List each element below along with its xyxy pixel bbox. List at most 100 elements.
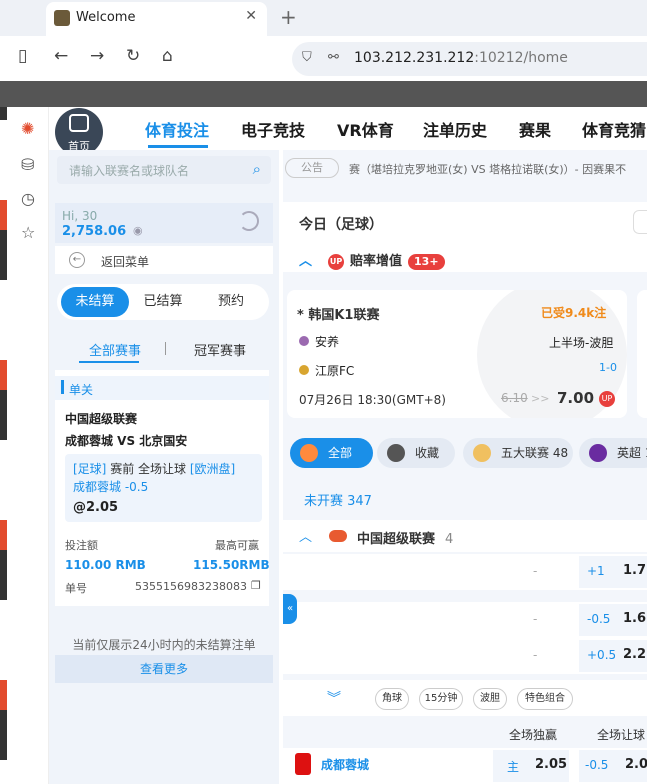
site-info-icon[interactable]: ⚯: [328, 50, 339, 65]
odds-value: 2.05: [535, 757, 568, 772]
home-button[interactable]: 首页: [55, 108, 103, 156]
boost-card[interactable]: * 韩国K1联赛 已受9.4k注 安养 江原FC 上半场-波胆 1-0 07月2…: [287, 290, 627, 418]
odds-value: 1.7: [623, 563, 647, 578]
nav-results[interactable]: 赛果: [519, 117, 551, 141]
main-nav: 体育投注 电子竞技 VR体育 注单历史 赛果 体育竞猜: [103, 107, 647, 150]
browser-toolbar: ▯ ← → ↻ ⌂ ⛉ ⚯ 103.212.231.212:10212/home: [0, 36, 647, 81]
grid-icon: [300, 444, 318, 462]
odds-cell[interactable]: -0.5 2.0: [579, 750, 647, 782]
star-icon[interactable]: ☆: [21, 223, 35, 242]
odds-row: - -0.5 1.6: [283, 602, 647, 638]
card-score: 1-0: [599, 361, 617, 374]
nav-sports[interactable]: 体育投注: [145, 117, 209, 141]
team-row: 成都蓉城 主 2.05 -0.5 2.0: [283, 748, 647, 784]
chip-favorites[interactable]: 收藏: [377, 438, 455, 468]
csl-logo-icon: [329, 530, 347, 542]
odds-row: - +1 1.7: [283, 554, 647, 590]
market-tags: ︾ 角球 15分钟 波胆 特色组合: [283, 680, 647, 716]
odds-cell[interactable]: 主 2.05: [493, 750, 569, 782]
header-1x2: 全场独赢: [509, 728, 558, 742]
slip-icon[interactable]: ⛁: [21, 155, 34, 174]
odds-handicap: +1: [587, 564, 605, 578]
shield-icon[interactable]: ⛉: [302, 50, 312, 65]
search-input[interactable]: 请输入联赛名或球队名 ⌕: [57, 156, 271, 184]
slip-league: 中国超级联赛: [65, 412, 138, 426]
odds-value: 2.2: [623, 647, 647, 662]
chevron-up-icon[interactable]: ︿: [299, 526, 312, 545]
card-home-team: 安养: [299, 333, 339, 350]
notice-label[interactable]: 公告: [285, 158, 339, 178]
side-rail: ✺ ⛁ ◷ ☆: [7, 107, 49, 784]
nav-active-underline: [148, 145, 208, 148]
today-header: 今日（足球） ︿ UP 赔率增值 13+: [283, 202, 647, 272]
refresh-icon[interactable]: [239, 211, 259, 231]
league-header[interactable]: ︿ 中国超级联赛 4: [283, 520, 647, 552]
next-boost-card[interactable]: [637, 290, 647, 418]
main-content: 公告 赛（堪培拉克罗地亚(女) VS 塔格拉诺联(女)）- 因赛果不 今日（足球…: [283, 150, 647, 784]
odds-cell[interactable]: +0.5 2.2: [579, 640, 647, 672]
card-home-name: 安养: [315, 335, 340, 349]
stake-value: 110.00 RMB: [65, 558, 146, 572]
sun-icon[interactable]: ✺: [21, 119, 34, 138]
chip-top5-label: 五大联赛 48: [501, 446, 569, 460]
filter-outright[interactable]: 冠军赛事: [194, 340, 246, 359]
close-tab-icon[interactable]: ✕: [245, 8, 257, 24]
copy-icon[interactable]: ❐: [251, 579, 261, 592]
odds-value: 2.0: [625, 757, 647, 772]
home-icon[interactable]: ⌂: [162, 46, 173, 66]
filter-all-events[interactable]: 全部赛事: [89, 340, 141, 359]
odds-boost-header[interactable]: ︿ UP 赔率增值 13+: [299, 250, 445, 270]
card-away-team: 江原FC: [299, 362, 354, 379]
double-chevron-down-icon[interactable]: ︾: [327, 688, 341, 708]
chip-all[interactable]: 全部: [290, 438, 373, 468]
tab-reserved[interactable]: 预约: [197, 287, 265, 317]
reload-icon[interactable]: ↻: [126, 46, 140, 66]
card-market: 上半场-波胆: [549, 336, 614, 350]
card-new-odds[interactable]: 7.00: [557, 389, 594, 407]
slip-match: 成都蓉城 VS 北京国安: [65, 434, 188, 448]
search-icon[interactable]: ⌕: [253, 160, 261, 178]
sidebar-toggle-icon[interactable]: ▯: [18, 46, 27, 66]
back-label: 返回菜单: [101, 255, 150, 269]
odds-column-headers: 全场独赢 全场让球: [283, 724, 647, 746]
eye-icon[interactable]: ◉: [133, 224, 143, 237]
forward-arrow-icon[interactable]: →: [90, 46, 104, 66]
odds-cell[interactable]: +1 1.7: [579, 556, 647, 588]
new-tab-icon[interactable]: +: [280, 5, 297, 29]
upcoming-count[interactable]: 未开赛 347: [304, 490, 372, 509]
tag-corners[interactable]: 角球: [375, 688, 409, 710]
card-hot: 已受9.4k注: [541, 306, 607, 320]
back-menu-button[interactable]: ← 返回菜单: [55, 246, 273, 274]
epl-icon: [589, 444, 607, 462]
address-bar[interactable]: ⛉ ⚯ 103.212.231.212:10212/home: [292, 42, 647, 76]
nav-esports[interactable]: 电子竞技: [241, 117, 305, 141]
chip-top5[interactable]: 五大联赛 48: [463, 438, 573, 468]
lion-icon: [473, 444, 491, 462]
search-placeholder: 请输入联赛名或球队名: [69, 164, 190, 178]
card-up-icon: UP: [599, 391, 615, 407]
league-count: 4: [445, 532, 454, 547]
back-arrow-icon[interactable]: ←: [54, 46, 68, 66]
notice-text[interactable]: 赛（堪培拉克罗地亚(女) VS 塔格拉诺联(女)）- 因赛果不: [349, 161, 626, 177]
filter-underline: [79, 361, 139, 363]
chevron-up-icon[interactable]: ︿: [299, 254, 312, 269]
clock-icon[interactable]: ◷: [21, 189, 35, 208]
card-time: 07月26日 18:30(GMT+8): [299, 393, 446, 407]
tag-correct-score[interactable]: 波胆: [473, 688, 507, 710]
tab-settled[interactable]: 已结算: [129, 287, 197, 317]
browser-tab[interactable]: Welcome ✕: [46, 2, 267, 36]
tab-unsettled[interactable]: 未结算: [61, 287, 129, 317]
today-toggle[interactable]: [633, 210, 647, 234]
win-label: 最高可赢: [215, 539, 259, 552]
nav-bet-history[interactable]: 注单历史: [423, 117, 487, 141]
view-more-button[interactable]: 查看更多: [55, 655, 273, 683]
team-name[interactable]: 成都蓉城: [321, 756, 369, 773]
tag-15min[interactable]: 15分钟: [419, 688, 463, 710]
nav-sports-quiz[interactable]: 体育竞猜: [582, 117, 646, 141]
tag-special-combo[interactable]: 特色组合: [517, 688, 573, 710]
chip-epl[interactable]: 英超 1: [579, 438, 647, 468]
nav-vr-sports[interactable]: VR体育: [337, 117, 394, 141]
promo-up-icon: UP: [328, 253, 345, 270]
odds-cell[interactable]: -0.5 1.6: [579, 604, 647, 636]
collapse-panel-button[interactable]: «: [283, 594, 297, 624]
